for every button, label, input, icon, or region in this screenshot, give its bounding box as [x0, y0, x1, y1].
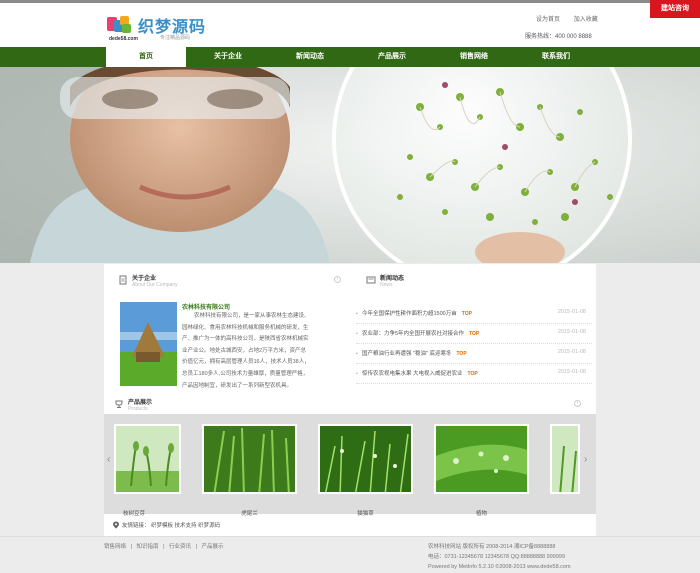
logo-domain: dede58.com [109, 36, 138, 42]
about-subtitle: About Our Company [132, 282, 178, 288]
nav-item-about[interactable]: 关于企业 [188, 47, 268, 67]
about-more-icon[interactable]: › [334, 276, 341, 283]
product-image[interactable] [550, 424, 580, 494]
friend-links: 友情链接： 织梦模板 技术支持 织梦源码 [104, 518, 596, 534]
nav-item-home[interactable]: 首页 [106, 47, 186, 67]
footer-link-products[interactable]: 产品展示 [202, 544, 224, 550]
news-item-date: 2015-01-08 [557, 369, 586, 375]
news-icon [366, 276, 376, 284]
product-image[interactable] [318, 424, 413, 494]
product-item[interactable]: 猫猫草 [318, 424, 413, 517]
hero-banner [0, 67, 700, 263]
top-badge: TOP [467, 371, 478, 377]
nav-item-contact[interactable]: 联系我们 [516, 47, 596, 67]
product-image[interactable] [114, 424, 181, 494]
news-title: 新闻动态 [380, 276, 405, 282]
footer-separator: | [195, 544, 198, 550]
news-list: • 今年全国保护性耕作面积力超1500万亩 TOP 2015-01-08 • 农业… [356, 304, 592, 384]
nav-item-news[interactable]: 新闻动态 [270, 47, 350, 67]
news-item[interactable]: • 惊传农农视电集水果 大电视入威促进农业 TOP 2015-01-08 [356, 364, 592, 384]
bullet-icon: • [356, 371, 358, 377]
bullet-icon: • [356, 351, 358, 357]
product-item[interactable]: 植物 [434, 424, 529, 517]
main-nav: 首页 关于企业 新闻动态 产品展示 销售网络 联系我们 [0, 47, 700, 67]
product-label[interactable]: 猫猫草 [318, 509, 413, 517]
product-item[interactable]: 枝树豆芽 [114, 424, 181, 517]
nav-item-sales[interactable]: 销售网络 [434, 47, 514, 67]
footer-separator: | [163, 544, 165, 550]
builder-consult-button[interactable]: 建站咨询 [650, 0, 700, 18]
news-item[interactable]: • 农业部：力争5年内全国开展农社对接合作 TOP 2015-01-08 [356, 324, 592, 344]
product-item[interactable]: 虎尾兰 [202, 424, 297, 517]
about-header: 关于企业 About Our Company › [118, 272, 344, 294]
footer-link-sales[interactable]: 销售网络 [104, 544, 126, 550]
site-logo[interactable]: 织梦源码 dede58.com 专注精品源码 [106, 14, 226, 44]
carousel-prev-icon[interactable]: ‹ [107, 454, 110, 465]
about-company-name[interactable]: 农林科技有限公司 [182, 302, 230, 311]
logo-icon [107, 16, 131, 33]
carousel-next-icon[interactable]: › [584, 454, 587, 465]
news-item-title[interactable]: 农业部：力争5年内全国开展农社对接合作 [362, 331, 464, 337]
top-links: 设为首页 加入收藏 [536, 14, 610, 23]
news-item-title[interactable]: 国产粮油行业再遭强 "稳油" 底迎寒冬 [362, 351, 451, 357]
main-content: 关于企业 About Our Company › 农林科技有限公司 农林科技有限… [104, 264, 596, 536]
product-label[interactable]: 枝树豆芽 [114, 509, 154, 517]
product-label[interactable]: 植物 [434, 509, 529, 517]
footer-nav: 销售网络 | 知识指南 | 行业资讯 | 产品展示 [104, 542, 227, 550]
news-subtitle: News [380, 282, 393, 288]
powered-by-text: Powered by MetInfo 5.2.10 ©2008-2013 www… [428, 564, 571, 570]
product-item[interactable] [550, 424, 580, 500]
news-item-date: 2015-01-08 [557, 349, 586, 355]
bullet-icon: • [356, 331, 358, 337]
about-title: 关于企业 [132, 276, 157, 282]
product-image[interactable] [202, 424, 297, 494]
product-carousel: ‹ › 枝树豆芽 虎尾兰 猫猫草 植物 [104, 414, 596, 517]
news-item-title[interactable]: 今年全国保护性耕作面积力超1500万亩 [362, 311, 457, 317]
friend-links-text[interactable]: 友情链接： 织梦模板 技术支持 织梦源码 [122, 521, 220, 529]
top-badge: TOP [469, 331, 480, 337]
products-more-icon[interactable]: › [574, 400, 581, 407]
nav-item-products[interactable]: 产品展示 [352, 47, 432, 67]
footer-info: 农林科技网站 版权所有 2008-2014 湘ICP备8888888 电话：07… [428, 542, 571, 572]
about-image [120, 302, 177, 386]
hotline: 服务热线：400 000 8888 [525, 34, 592, 40]
set-home-link[interactable]: 设为首页 [536, 17, 560, 23]
news-item[interactable]: • 国产粮油行业再遭强 "稳油" 底迎寒冬 TOP 2015-01-08 [356, 344, 592, 364]
about-text: 农林科技有限公司，是一家从事农林生态建设、园林绿化、食用农林科技机械和服务机械的… [182, 313, 310, 389]
top-badge: TOP [461, 311, 472, 317]
location-pin-icon [113, 521, 119, 529]
product-image[interactable] [434, 424, 529, 494]
bullet-icon: • [356, 311, 358, 317]
contact-text: 电话：0731-12345678 12345678 QQ:88888888 99… [428, 554, 566, 560]
product-label[interactable]: 虎尾兰 [202, 509, 297, 517]
products-subtitle: Products [128, 406, 148, 412]
site-header: 织梦源码 dede58.com 专注精品源码 设为首页 加入收藏 服务热线：40… [0, 3, 700, 47]
footer-link-industry[interactable]: 行业资讯 [169, 544, 191, 550]
products-title: 产品展示 [128, 400, 153, 406]
add-favorite-link[interactable]: 加入收藏 [574, 17, 598, 23]
news-header: 新闻动态 News [366, 272, 592, 294]
news-item-title[interactable]: 惊传农农视电集水果 大电视入威促进农业 [362, 371, 463, 377]
news-item[interactable]: • 今年全国保护性耕作面积力超1500万亩 TOP 2015-01-08 [356, 304, 592, 324]
footer-link-guide[interactable]: 知识指南 [137, 544, 159, 550]
trophy-icon [115, 400, 123, 408]
top-badge: TOP [456, 351, 467, 357]
footer-separator: | [130, 544, 132, 550]
logo-slogan: 专注精品源码 [160, 35, 191, 41]
banner-image [0, 67, 700, 263]
news-item-date: 2015-01-08 [557, 309, 586, 315]
news-item-date: 2015-01-08 [557, 329, 586, 335]
site-footer: 销售网络 | 知识指南 | 行业资讯 | 产品展示 农林科技网站 版权所有 20… [0, 536, 700, 573]
copyright-text: 农林科技网站 版权所有 2008-2014 湘ICP备8888888 [428, 544, 556, 550]
document-icon [119, 275, 127, 285]
